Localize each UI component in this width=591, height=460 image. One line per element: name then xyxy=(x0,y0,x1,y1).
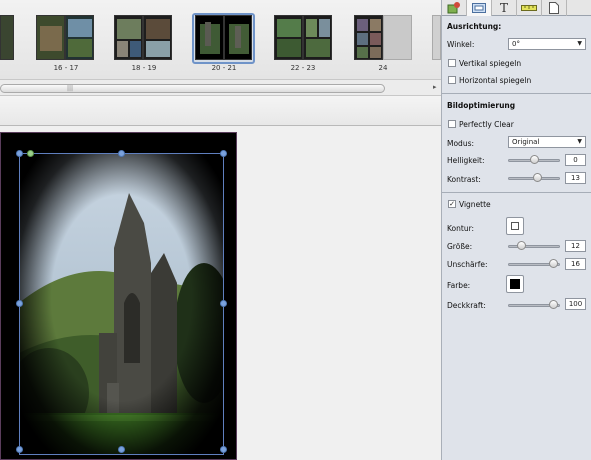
editor-toolbar-area xyxy=(0,96,441,126)
panel-tab-bar: T xyxy=(442,0,591,16)
spread-thumbnail-partial[interactable] xyxy=(0,15,14,62)
angle-label: Winkel: xyxy=(447,40,475,49)
spread-thumbnail-next-partial[interactable] xyxy=(432,15,441,62)
section-divider xyxy=(442,93,591,94)
editing-canvas[interactable] xyxy=(0,126,441,460)
ruler-icon xyxy=(521,5,537,11)
spread-thumbnail-18-19[interactable] xyxy=(114,15,172,62)
flip-vertical-checkbox[interactable] xyxy=(448,59,456,67)
resize-handle-bottom-right[interactable] xyxy=(220,446,227,453)
scroll-right-arrow-icon[interactable]: ▸ xyxy=(433,83,437,91)
orientation-section-title: Ausrichtung: xyxy=(447,22,502,31)
size-input[interactable]: 12 xyxy=(565,240,586,252)
blur-slider-knob[interactable] xyxy=(549,259,559,268)
vignette-color-swatch[interactable] xyxy=(506,275,524,293)
mode-value: Original xyxy=(512,138,540,146)
spread-label-18-19: 18 - 19 xyxy=(131,64,157,72)
size-slider-knob[interactable] xyxy=(516,241,526,250)
vignette-color-inner xyxy=(510,279,520,289)
size-slider-track[interactable] xyxy=(508,245,560,248)
resize-handle-top-right[interactable] xyxy=(220,150,227,157)
page-icon xyxy=(549,2,559,14)
selection-rectangle xyxy=(19,153,224,455)
mode-select[interactable]: Original ▼ xyxy=(508,136,586,148)
spread-label-24: 24 xyxy=(378,64,388,72)
section-divider xyxy=(442,192,591,193)
tab-text[interactable]: T xyxy=(492,0,517,16)
flip-vertical-label: Vertikal spiegeln xyxy=(459,59,522,68)
resize-handle-right[interactable] xyxy=(220,300,227,307)
chevron-down-icon: ▼ xyxy=(577,40,582,47)
opacity-input[interactable]: 100 xyxy=(565,298,586,310)
resize-handle-top[interactable] xyxy=(118,150,125,157)
vignette-checkbox[interactable]: ✓ xyxy=(448,200,456,208)
color-label: Farbe: xyxy=(447,281,471,290)
vignette-label: Vignette xyxy=(459,200,491,209)
optimize-section-title: Bildoptimierung xyxy=(447,101,516,110)
angle-select[interactable]: 0° ▼ xyxy=(508,38,586,50)
tab-frame[interactable] xyxy=(467,0,492,16)
perfectly-clear-checkbox[interactable] xyxy=(448,120,456,128)
outline-color-swatch[interactable] xyxy=(506,217,524,235)
text-icon: T xyxy=(499,1,508,15)
spread-thumbnail-16-17[interactable] xyxy=(36,15,94,62)
blur-label: Unschärfe: xyxy=(447,260,488,269)
tab-layout[interactable] xyxy=(442,0,467,16)
scrollbar-grip-icon: ||| xyxy=(67,85,74,92)
spread-label-20-21: 20 - 21 xyxy=(211,64,237,72)
contrast-label: Kontrast: xyxy=(447,175,481,184)
contrast-input[interactable]: 13 xyxy=(565,172,586,184)
resize-handle-left[interactable] xyxy=(16,300,23,307)
properties-panel: T Ausrichtung: Winkel: 0° ▼ Vertikal spi… xyxy=(441,0,591,460)
page-filmstrip: 16 - 17 18 - 19 20 - 21 22 - 23 24 xyxy=(0,0,441,80)
album-page[interactable] xyxy=(0,132,237,460)
spread-label-16-17: 16 - 17 xyxy=(53,64,79,72)
brightness-slider-knob[interactable] xyxy=(529,155,539,164)
opacity-slider-knob[interactable] xyxy=(549,300,559,309)
resize-handle-bottom-left[interactable] xyxy=(16,446,23,453)
size-label: Größe: xyxy=(447,242,473,251)
resize-handle-bottom[interactable] xyxy=(118,446,125,453)
resize-handle-top-left[interactable] xyxy=(16,150,23,157)
brightness-input[interactable]: 0 xyxy=(565,154,586,166)
outline-label: Kontur: xyxy=(447,224,475,233)
spread-thumbnail-24[interactable] xyxy=(354,15,412,62)
contrast-slider-knob[interactable] xyxy=(532,173,542,182)
blur-input[interactable]: 16 xyxy=(565,258,586,270)
spread-label-22-23: 22 - 23 xyxy=(290,64,316,72)
spread-thumbnail-22-23[interactable] xyxy=(274,15,332,62)
layout-icon xyxy=(447,2,460,14)
checkmark-icon: ✓ xyxy=(449,200,455,208)
opacity-label: Deckkraft: xyxy=(447,301,486,310)
chevron-down-icon: ▼ xyxy=(577,138,582,145)
outline-swatch-inner xyxy=(511,222,519,230)
flip-horizontal-label: Horizontal spiegeln xyxy=(459,76,532,85)
brightness-label: Helligkeit: xyxy=(447,156,485,165)
spread-thumbnail-20-21[interactable] xyxy=(195,15,252,62)
tab-ruler[interactable] xyxy=(517,0,542,16)
rotate-handle[interactable] xyxy=(27,150,34,157)
tab-page[interactable] xyxy=(542,0,567,16)
angle-value: 0° xyxy=(512,40,520,48)
perfectly-clear-label: Perfectly Clear xyxy=(459,120,514,129)
mode-label: Modus: xyxy=(447,139,475,148)
filmstrip-scrollbar[interactable]: ||| ▸ xyxy=(0,80,441,96)
frame-icon xyxy=(472,3,486,13)
flip-horizontal-checkbox[interactable] xyxy=(448,76,456,84)
scrollbar-thumb[interactable] xyxy=(0,84,385,93)
